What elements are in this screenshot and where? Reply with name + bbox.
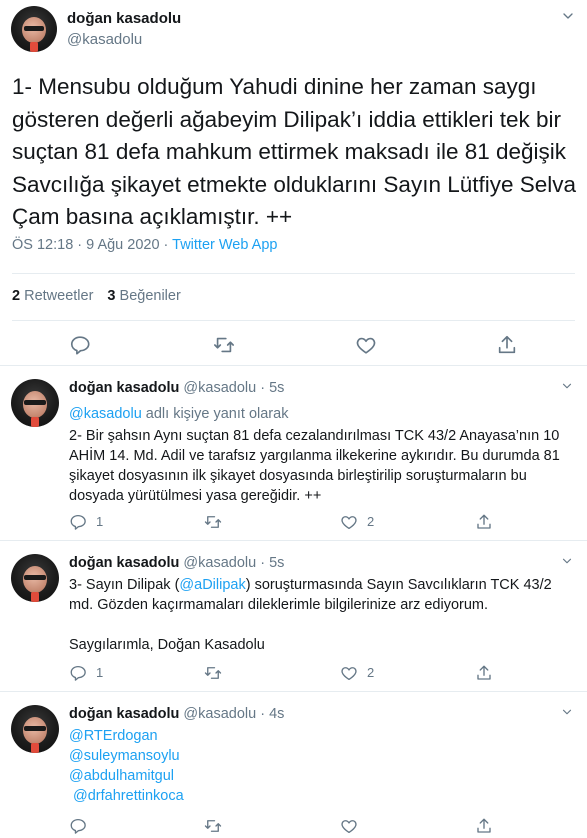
reply-tweet[interactable]: doğan kasadolu @kasadolu · 5s @kasadolu … xyxy=(0,367,587,541)
reply-tweet[interactable]: doğan kasadolu @kasadolu · 5s 3- Sayın D… xyxy=(0,542,587,692)
tweet-text: @RTErdogan @suleymansoylu @abdulhamitgul… xyxy=(69,726,579,806)
mention-link[interactable]: @suleymansoylu xyxy=(69,746,579,766)
reply-header: doğan kasadolu @kasadolu · 5s xyxy=(69,555,285,571)
author-name[interactable]: doğan kasadolu xyxy=(69,555,179,571)
tweet-source-link[interactable]: Twitter Web App xyxy=(172,237,277,253)
like-count: 2 xyxy=(367,665,375,680)
reply-header: doğan kasadolu @kasadolu · 5s xyxy=(69,380,285,396)
tweet-text: 2- Bir şahsın Aynı suçtan 81 defa cezala… xyxy=(69,428,560,504)
tweet-signature: Saygılarımla, Doğan Kasadolu xyxy=(69,637,265,653)
reply-count: 1 xyxy=(96,665,104,680)
like-icon[interactable]: 2 xyxy=(340,513,374,531)
retweet-count: 2 xyxy=(12,288,21,304)
share-icon[interactable] xyxy=(475,817,493,835)
share-icon[interactable] xyxy=(496,334,518,356)
mention-link[interactable]: @drfahrettinkoca xyxy=(69,786,579,806)
reply-to-line: @kasadolu adlı kişiye yanıt olarak xyxy=(69,404,579,424)
author-handle[interactable]: @kasadolu xyxy=(67,31,142,48)
like-label: Beğeniler xyxy=(119,288,181,304)
retweet-icon[interactable] xyxy=(204,513,222,531)
mention-link[interactable]: @RTErdogan xyxy=(69,726,579,746)
divider xyxy=(12,320,575,321)
like-icon[interactable] xyxy=(340,817,358,835)
chevron-down-icon[interactable] xyxy=(560,554,574,568)
reply-tweet[interactable]: doğan kasadolu @kasadolu · 4s @RTErdogan… xyxy=(0,693,587,838)
author-name[interactable]: doğan kasadolu xyxy=(67,10,181,27)
like-count: 2 xyxy=(367,514,375,529)
reply-icon[interactable]: 1 xyxy=(69,513,103,531)
tweet-text: 1- Mensubu olduğum Yahudi dinine her zam… xyxy=(12,74,577,229)
reply-to-label: adlı kişiye yanıt olarak xyxy=(141,406,289,422)
tweet-age[interactable]: 4s xyxy=(269,706,284,722)
chevron-down-icon[interactable] xyxy=(560,379,574,393)
reply-count: 1 xyxy=(96,514,104,529)
tweet-age[interactable]: 5s xyxy=(269,555,284,571)
chevron-down-icon[interactable] xyxy=(560,8,576,24)
author-avatar[interactable] xyxy=(11,6,57,52)
tweet-actions xyxy=(0,334,587,358)
reply-header: doğan kasadolu @kasadolu · 4s xyxy=(69,706,285,722)
tweet-actions xyxy=(69,817,569,837)
author-handle[interactable]: @kasadolu xyxy=(183,706,256,722)
text-part: 3- Sayın Dilipak ( xyxy=(69,577,180,593)
tweet-actions: 1 2 xyxy=(69,513,569,533)
divider xyxy=(12,273,575,274)
tweet-stats: 2 Retweetler 3 Beğeniler xyxy=(12,288,181,304)
tweet-meta: ÖS 12:18 · 9 Ağu 2020 · Twitter Web App xyxy=(12,237,277,253)
author-name[interactable]: doğan kasadolu xyxy=(69,380,179,396)
reply-icon[interactable]: 1 xyxy=(69,664,103,682)
like-count: 3 xyxy=(107,288,116,304)
mention-link[interactable]: @abdulhamitgul xyxy=(69,766,579,786)
mention-link[interactable]: @aDilipak xyxy=(179,577,245,593)
author-avatar[interactable] xyxy=(11,554,59,602)
share-icon[interactable] xyxy=(475,664,493,682)
author-avatar[interactable] xyxy=(11,379,59,427)
like-icon[interactable] xyxy=(355,334,377,356)
retweet-icon[interactable] xyxy=(204,664,222,682)
retweet-label: Retweetler xyxy=(24,288,94,304)
tweet-text: 3- Sayın Dilipak (@aDilipak) soruşturmas… xyxy=(69,575,579,615)
tweet-timestamp[interactable]: ÖS 12:18 · 9 Ağu 2020 · xyxy=(12,237,172,253)
tweet-actions: 1 2 xyxy=(69,664,569,684)
author-avatar[interactable] xyxy=(11,705,59,753)
retweet-icon[interactable] xyxy=(213,334,235,356)
retweet-icon[interactable] xyxy=(204,817,222,835)
tweet-age[interactable]: 5s xyxy=(269,380,284,396)
reply-icon[interactable] xyxy=(69,817,87,835)
author-handle[interactable]: @kasadolu xyxy=(183,555,256,571)
chevron-down-icon[interactable] xyxy=(560,705,574,719)
retweets-stat[interactable]: 2 Retweetler xyxy=(12,288,93,304)
likes-stat[interactable]: 3 Beğeniler xyxy=(107,288,180,304)
like-icon[interactable]: 2 xyxy=(340,664,374,682)
reply-icon[interactable] xyxy=(69,334,91,356)
reply-to-mention[interactable]: @kasadolu xyxy=(69,406,142,422)
author-handle[interactable]: @kasadolu xyxy=(183,380,256,396)
share-icon[interactable] xyxy=(475,513,493,531)
main-tweet: doğan kasadolu @kasadolu 1- Mensubu oldu… xyxy=(0,0,587,366)
author-name[interactable]: doğan kasadolu xyxy=(69,706,179,722)
